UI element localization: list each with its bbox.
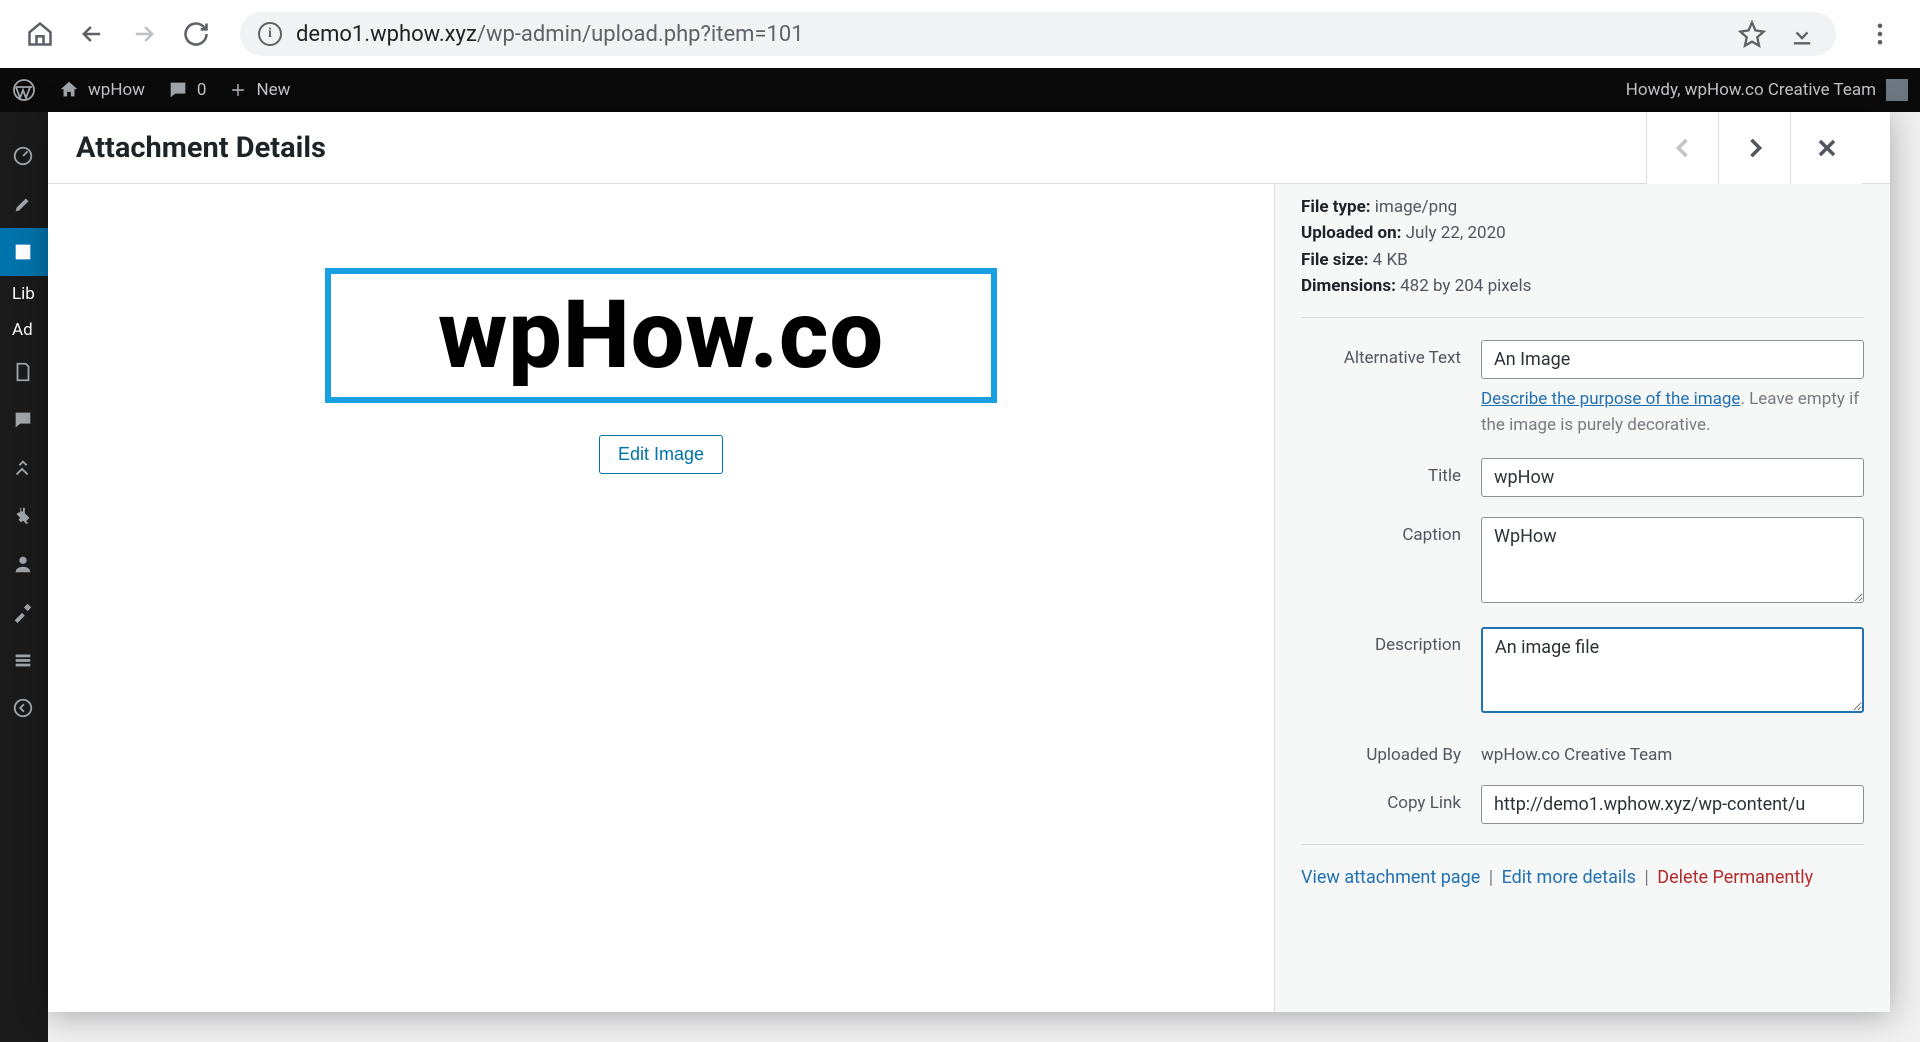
attachment-details-modal: Attachment Details wpHow.co: [48, 112, 1890, 1012]
menu-collapse-icon[interactable]: [0, 684, 48, 732]
delete-permanently-link[interactable]: Delete Permanently: [1657, 867, 1813, 888]
attachment-preview: wpHow.co: [325, 268, 997, 403]
close-modal-button[interactable]: [1790, 112, 1862, 184]
wp-logo-icon[interactable]: [12, 78, 36, 102]
copy-link-label: Copy Link: [1301, 785, 1481, 813]
edit-more-link[interactable]: Edit more details: [1502, 867, 1636, 888]
divider: [1301, 317, 1864, 318]
next-attachment-button[interactable]: [1718, 112, 1790, 184]
copy-link-input[interactable]: [1481, 785, 1864, 824]
description-label: Description: [1301, 627, 1481, 655]
modal-title: Attachment Details: [76, 131, 326, 165]
prev-attachment-button: [1646, 112, 1718, 184]
menu-plugins-icon[interactable]: [0, 492, 48, 540]
back-icon[interactable]: [76, 18, 108, 50]
reload-icon[interactable]: [180, 18, 212, 50]
attachment-meta: File type: image/png Uploaded on: July 2…: [1301, 194, 1864, 299]
preview-pane: wpHow.co Edit Image: [48, 184, 1274, 1012]
menu-tools-icon[interactable]: [0, 588, 48, 636]
modal-header: Attachment Details: [48, 112, 1890, 184]
browser-toolbar: i demo1.wphow.xyz/wp-admin/upload.php?it…: [0, 0, 1920, 68]
description-input[interactable]: An image file: [1481, 627, 1864, 713]
menu-posts-icon[interactable]: [0, 180, 48, 228]
menu-appearance-icon[interactable]: [0, 444, 48, 492]
comments-link[interactable]: 0: [167, 79, 207, 101]
caption-input[interactable]: WpHow: [1481, 517, 1864, 603]
menu-media-library[interactable]: Lib: [0, 276, 48, 312]
url-bar[interactable]: i demo1.wphow.xyz/wp-admin/upload.php?it…: [240, 12, 1836, 56]
menu-comments-icon[interactable]: [0, 396, 48, 444]
menu-users-icon[interactable]: [0, 540, 48, 588]
alt-help-link[interactable]: Describe the purpose of the image: [1481, 389, 1740, 409]
menu-media-add[interactable]: Ad: [0, 312, 48, 348]
star-icon[interactable]: [1736, 18, 1768, 50]
alt-text-label: Alternative Text: [1301, 340, 1481, 368]
alt-help-text: Describe the purpose of the image. Leave…: [1481, 387, 1864, 438]
details-pane: File type: image/png Uploaded on: July 2…: [1274, 184, 1890, 1012]
account-link[interactable]: Howdy, wpHow.co Creative Team: [1626, 79, 1908, 101]
menu-dots-icon[interactable]: [1864, 18, 1896, 50]
title-label: Title: [1301, 458, 1481, 486]
site-info-icon[interactable]: i: [258, 22, 282, 46]
edit-image-button[interactable]: Edit Image: [599, 435, 723, 474]
avatar: [1886, 79, 1908, 101]
site-link[interactable]: wpHow: [58, 79, 145, 101]
new-link[interactable]: New: [228, 80, 290, 100]
uploaded-by-value: wpHow.co Creative Team: [1481, 737, 1864, 765]
menu-media-icon[interactable]: [0, 228, 48, 276]
forward-icon: [128, 18, 160, 50]
title-input[interactable]: [1481, 458, 1864, 497]
menu-settings-icon[interactable]: [0, 636, 48, 684]
download-icon[interactable]: [1786, 18, 1818, 50]
wp-admin-bar: wpHow 0 New Howdy, wpHow.co Creative Tea…: [0, 68, 1920, 112]
url-text: demo1.wphow.xyz/wp-admin/upload.php?item…: [296, 22, 804, 47]
menu-pages-icon[interactable]: [0, 348, 48, 396]
uploaded-by-label: Uploaded By: [1301, 737, 1481, 765]
wp-admin-menu: Lib Ad: [0, 112, 48, 1042]
attachment-actions: View attachment page | Edit more details…: [1301, 844, 1864, 888]
home-icon[interactable]: [24, 18, 56, 50]
alt-text-input[interactable]: [1481, 340, 1864, 379]
menu-dashboard-icon[interactable]: [0, 132, 48, 180]
caption-label: Caption: [1301, 517, 1481, 545]
view-attachment-link[interactable]: View attachment page: [1301, 867, 1480, 888]
